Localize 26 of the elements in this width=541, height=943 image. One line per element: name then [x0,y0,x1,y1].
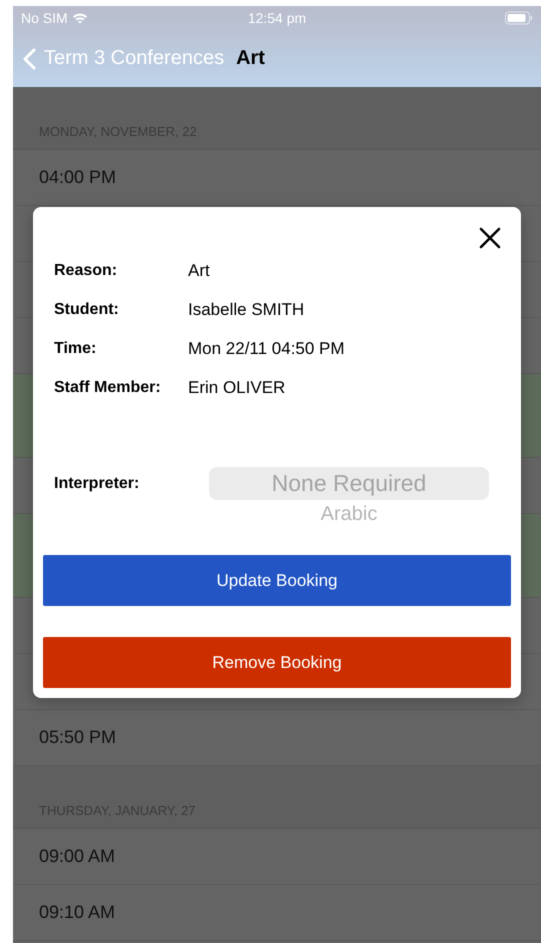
detail-label: Time: [54,340,98,358]
slot-time: 05:50 PM [39,727,116,748]
detail-label: Reason: [54,262,118,280]
detail-value: Art [188,260,211,280]
slot-time: 04:00 PM [39,167,116,188]
remove-button[interactable]: Remove Booking [43,637,511,688]
picker-option[interactable]: None Required [209,467,489,500]
detail-label: Student: [54,300,120,318]
battery-icon [505,11,533,25]
chevron-left-icon [23,48,36,70]
back-button[interactable]: Term 3 Conferences [23,47,224,70]
detail-value: Mon 22/11 04:50 PM [188,338,346,358]
detail-value: Erin OLIVER [188,378,286,398]
close-icon [477,225,503,251]
slot-time: 09:00 AM [39,846,116,867]
detail-label: Staff Member: [54,378,162,396]
page-title: Art [236,47,265,70]
picker-option[interactable]: Arabic [209,500,489,528]
detail-value: Isabelle SMITH [188,300,306,320]
carrier-label: No SIM [21,10,68,26]
wifi-icon [72,12,88,24]
slot-time: 09:10 AM [39,902,116,923]
interpreter-label: Interpreter: [54,475,140,493]
update-button[interactable]: Update Booking [43,555,511,606]
status-time: 12:54 pm [248,10,306,26]
close-button[interactable] [477,225,503,251]
